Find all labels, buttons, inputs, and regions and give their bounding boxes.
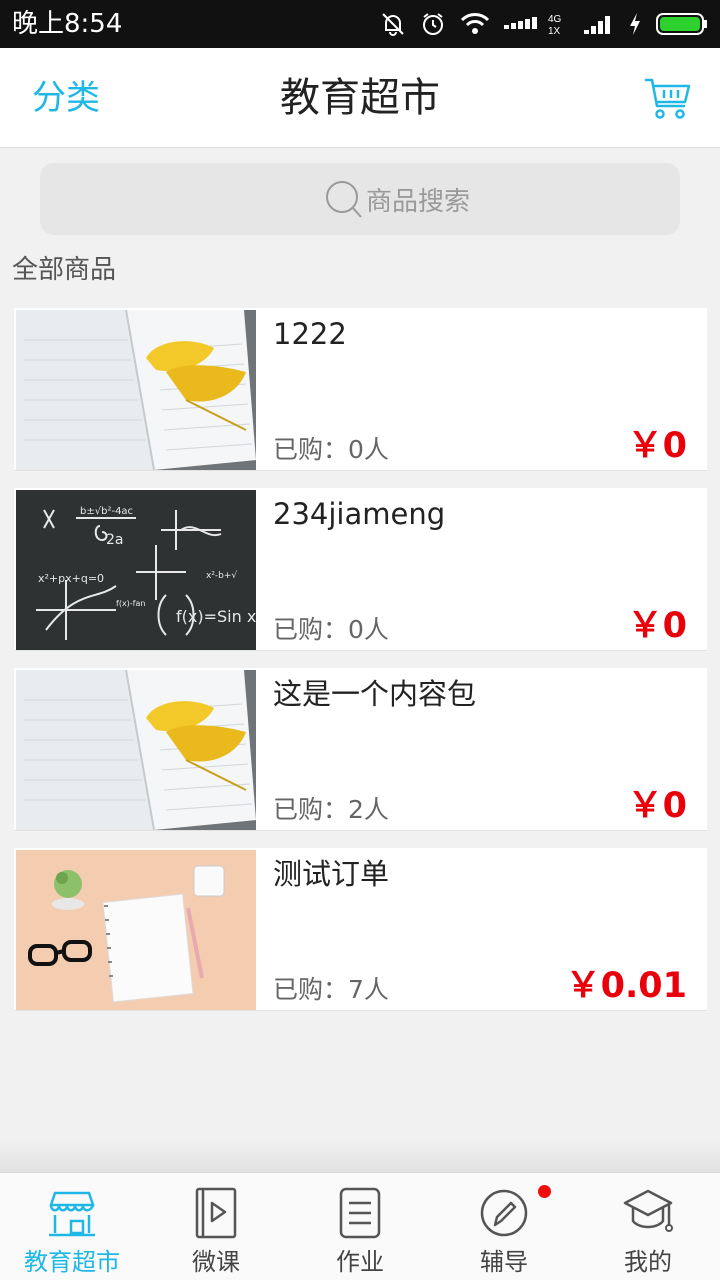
svg-text:x²+px+q=0: x²+px+q=0 bbox=[38, 572, 104, 585]
alarm-icon bbox=[423, 13, 443, 35]
document-icon bbox=[339, 1187, 381, 1239]
product-card[interactable]: 1222 已购：0人 ￥0 bbox=[14, 308, 707, 471]
tab-label: 辅导 bbox=[480, 1248, 528, 1276]
page-title: 教育超市 bbox=[280, 75, 440, 121]
nav-shadow bbox=[0, 1140, 720, 1172]
product-sold-count: 已购：2人 bbox=[273, 795, 389, 824]
tab-micro-course[interactable]: 微课 bbox=[144, 1173, 288, 1280]
tab-store[interactable]: 教育超市 bbox=[0, 1173, 144, 1280]
signal-4g-icon: 4G 1X bbox=[504, 14, 562, 37]
battery-icon bbox=[656, 13, 707, 35]
product-sold-count: 已购：7人 bbox=[273, 975, 389, 1004]
status-bar: 晚上8:54 4G 1X bbox=[0, 0, 720, 48]
product-list: 1222 已购：0人 ￥0 b±√b²-4ac 2a x²+px+q=0 f(x… bbox=[14, 308, 707, 1028]
store-icon bbox=[49, 1191, 95, 1237]
svg-text:4G: 4G bbox=[548, 14, 562, 25]
tab-homework[interactable]: 作业 bbox=[288, 1173, 432, 1280]
search-icon bbox=[326, 181, 362, 218]
product-image-notebook-ginkgo bbox=[16, 670, 256, 830]
product-image-desk bbox=[16, 850, 256, 1010]
tab-mine[interactable]: 我的 bbox=[576, 1173, 720, 1280]
product-image-chalkboard: b±√b²-4ac 2a x²+px+q=0 f(x)=Sin x x²-b+√… bbox=[16, 490, 256, 650]
tab-tutoring[interactable]: 辅导 bbox=[432, 1173, 576, 1280]
tab-label: 教育超市 bbox=[24, 1248, 120, 1276]
product-price: ￥0 bbox=[627, 786, 687, 826]
svg-text:f(x)=Sin x: f(x)=Sin x bbox=[176, 607, 256, 626]
app-header: 分类 教育超市 bbox=[0, 48, 720, 148]
tab-label: 作业 bbox=[336, 1248, 384, 1276]
graduation-cap-icon bbox=[623, 1189, 673, 1232]
signal-icon bbox=[584, 16, 610, 34]
section-title: 全部商品 bbox=[12, 255, 117, 285]
svg-text:2a: 2a bbox=[106, 532, 124, 548]
notification-badge bbox=[538, 1185, 551, 1198]
product-price: ￥0.01 bbox=[565, 966, 687, 1006]
product-name: 234jiameng bbox=[273, 497, 446, 531]
status-icons: 4G 1X bbox=[380, 10, 708, 38]
product-card[interactable]: 测试订单 已购：7人 ￥0.01 bbox=[14, 848, 707, 1011]
product-image-notebook-ginkgo bbox=[16, 310, 256, 470]
product-card[interactable]: b±√b²-4ac 2a x²+px+q=0 f(x)=Sin x x²-b+√… bbox=[14, 488, 707, 651]
product-sold-count: 已购：0人 bbox=[273, 435, 389, 464]
product-price: ￥0 bbox=[627, 426, 687, 466]
cart-icon[interactable] bbox=[644, 74, 692, 122]
product-price: ￥0 bbox=[627, 606, 687, 646]
search-bar[interactable]: 商品搜索 bbox=[40, 163, 680, 235]
product-name: 1222 bbox=[273, 317, 347, 351]
product-name: 测试订单 bbox=[273, 857, 390, 891]
product-card[interactable]: 这是一个内容包 已购：2人 ￥0 bbox=[14, 668, 707, 831]
charging-icon bbox=[630, 13, 640, 35]
tab-label: 我的 bbox=[624, 1248, 672, 1276]
svg-text:f(x)-fan: f(x)-fan bbox=[116, 599, 145, 608]
wifi-icon bbox=[460, 13, 490, 34]
pencil-icon bbox=[480, 1189, 528, 1237]
svg-text:b±√b²-4ac: b±√b²-4ac bbox=[80, 506, 133, 517]
product-name: 这是一个内容包 bbox=[273, 677, 477, 711]
search-placeholder: 商品搜索 bbox=[366, 186, 471, 217]
svg-text:x²-b+√: x²-b+√ bbox=[206, 570, 237, 581]
video-book-icon bbox=[195, 1187, 237, 1239]
tab-label: 微课 bbox=[192, 1248, 240, 1276]
svg-text:1X: 1X bbox=[548, 26, 561, 37]
product-sold-count: 已购：0人 bbox=[273, 615, 389, 644]
mute-bell-icon bbox=[382, 13, 404, 36]
status-time: 晚上8:54 bbox=[12, 9, 123, 39]
bottom-nav: 教育超市 微课 作业 辅导 我的 bbox=[0, 1172, 720, 1280]
